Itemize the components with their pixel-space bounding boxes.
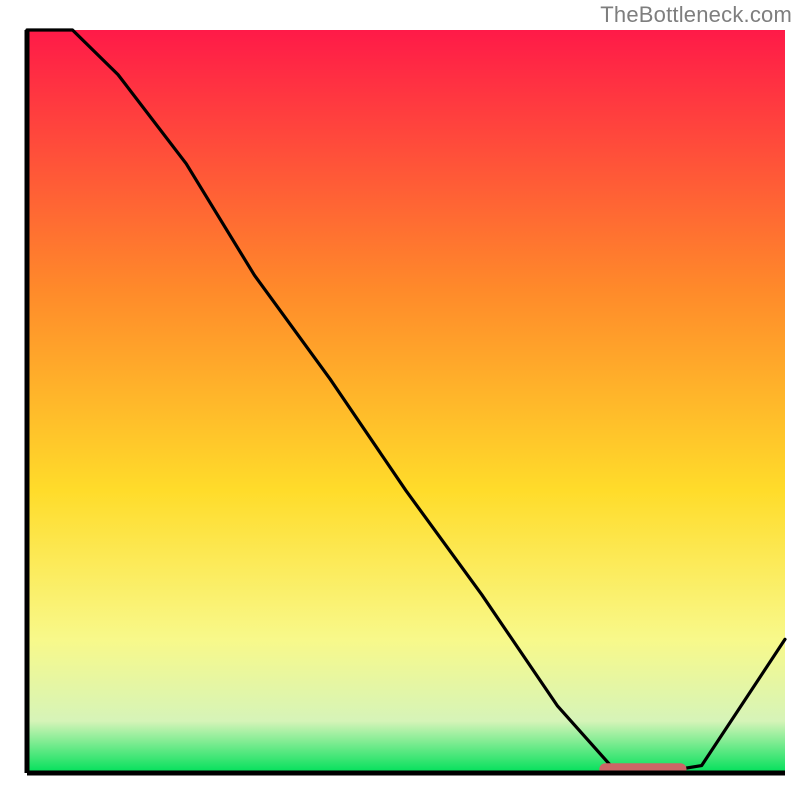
- gradient-background: [27, 30, 785, 773]
- bottleneck-chart: [0, 0, 800, 800]
- chart-container: TheBottleneck.com: [0, 0, 800, 800]
- plot-area: [27, 30, 785, 775]
